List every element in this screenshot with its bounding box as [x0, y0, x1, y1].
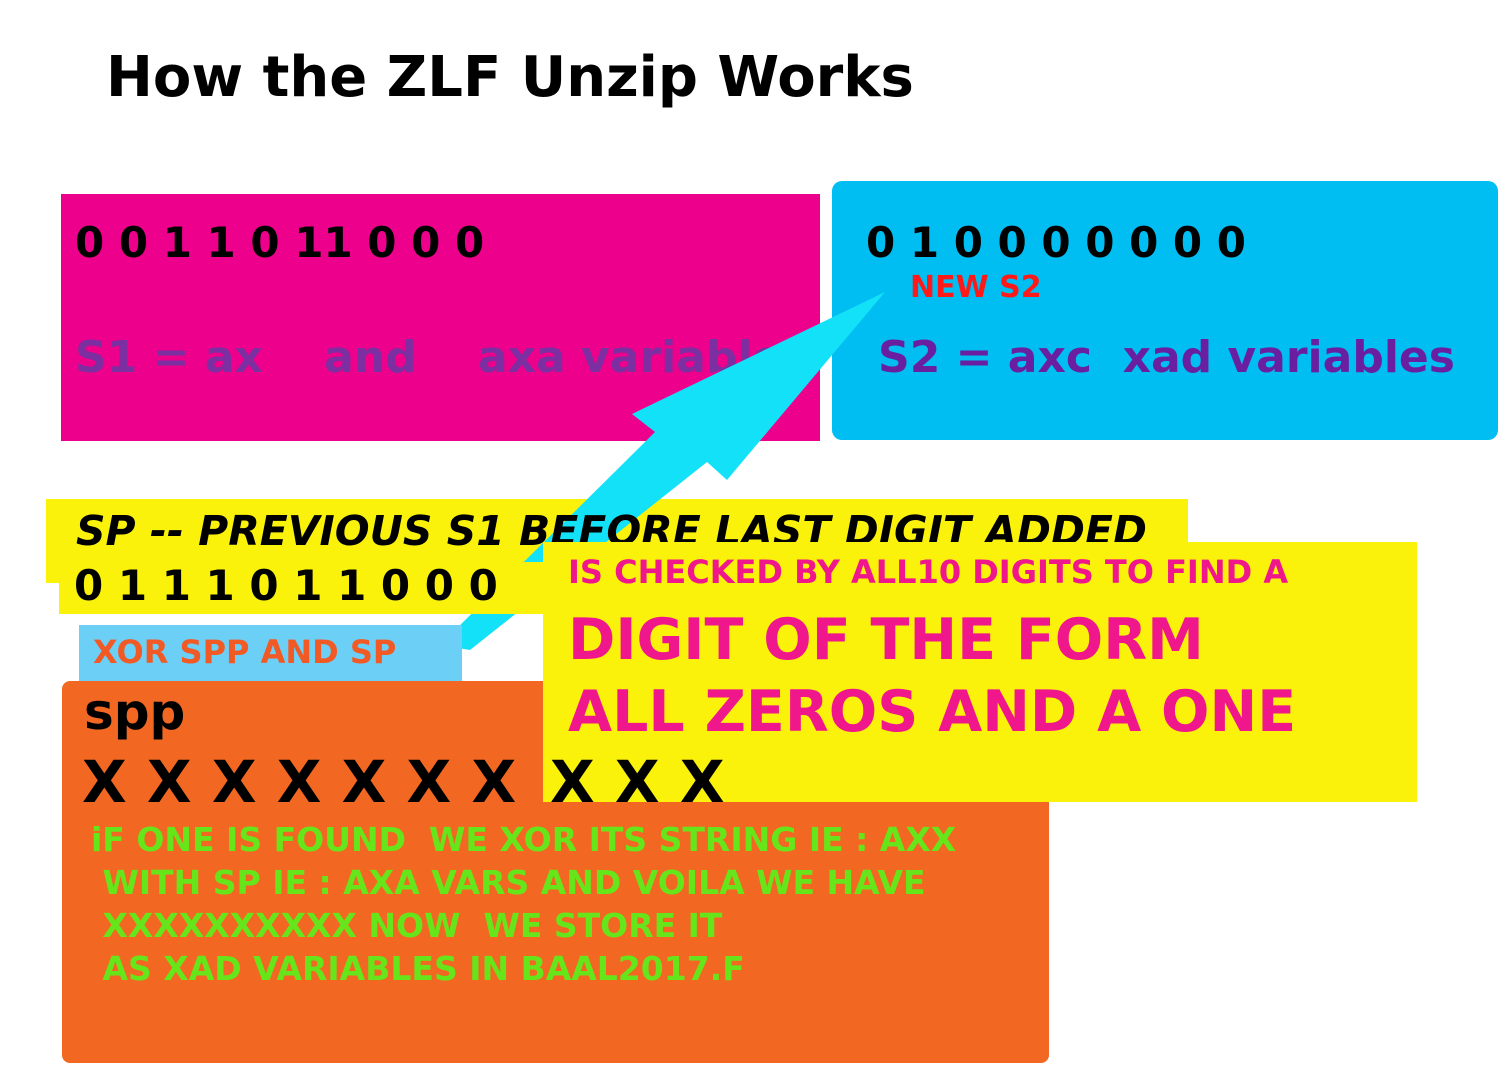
check-line-2: DIGIT OF THE FORM ALL ZEROS AND A ONE: [568, 607, 1297, 745]
s2-label: S2 = axc xad variables: [878, 332, 1455, 383]
diagram-title: How the ZLF Unzip Works: [106, 45, 914, 110]
spp-xs: X X X X X X X: [82, 748, 517, 816]
sp-bits: 0 1 1 1 0 1 1 0 0 0: [74, 561, 498, 610]
s1-bits: 0 0 1 1 0 11 0 0 0: [75, 218, 485, 267]
xor-label: XOR SPP AND SP: [93, 633, 397, 671]
new-s2-label: NEW S2: [910, 270, 1042, 305]
s1-label: S1 = ax and axa variables: [75, 332, 809, 383]
check-line-1: IS CHECKED BY ALL10 DIGITS TO FIND A: [568, 553, 1289, 591]
s2-bits: 0 1 0 0 0 0 0 0 0: [866, 218, 1246, 267]
spp-xs-tail: X X X: [550, 748, 725, 816]
found-description: iF ONE IS FOUND WE XOR ITS STRING IE : A…: [91, 820, 957, 988]
spp-label: spp: [84, 683, 186, 741]
